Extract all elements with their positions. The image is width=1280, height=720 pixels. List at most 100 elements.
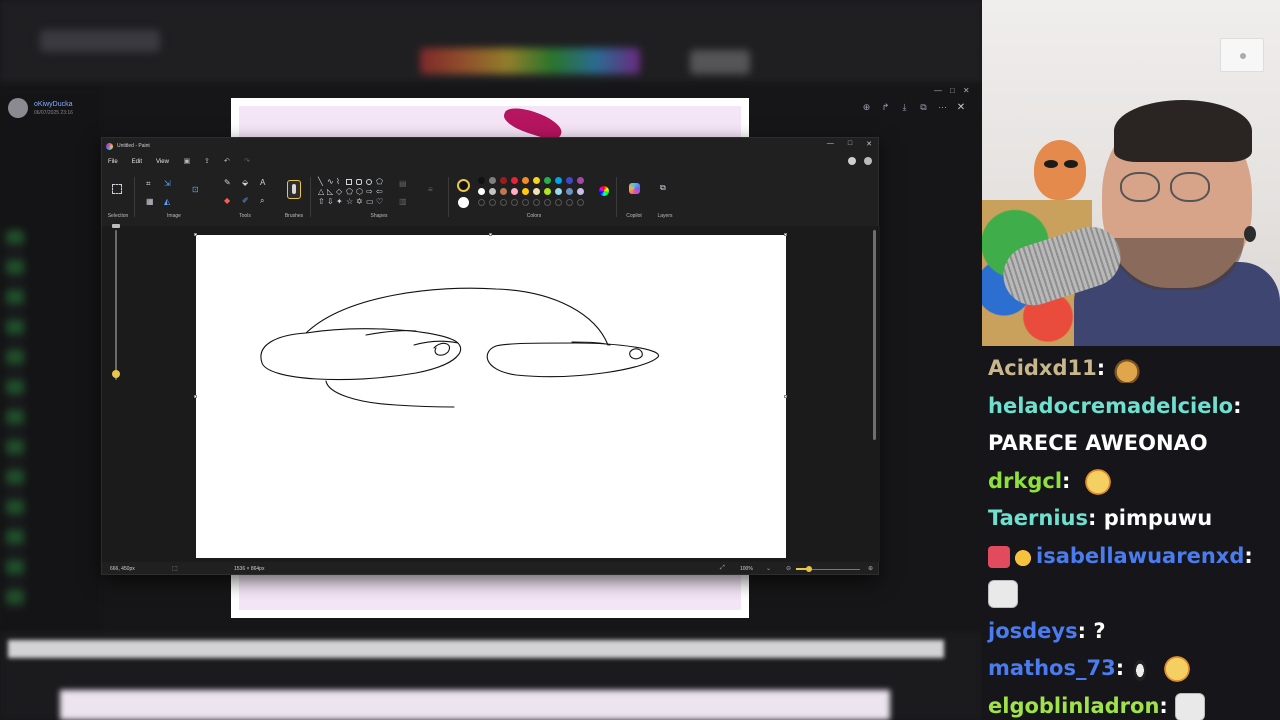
color-picker-icon[interactable]: ✐ — [242, 197, 249, 205]
forward-icon[interactable]: ↱ — [879, 101, 892, 114]
maximize-button[interactable]: □ — [848, 140, 852, 148]
brush-size-slider[interactable] — [115, 230, 117, 380]
custom-color-slot[interactable] — [544, 199, 551, 206]
color-swatch[interactable] — [522, 188, 529, 195]
undo-icon[interactable]: ↶ — [223, 158, 231, 166]
chat-username[interactable]: Taernius — [988, 506, 1088, 530]
curve-shape-icon[interactable]: ∿ — [327, 178, 334, 186]
zoom-in-icon[interactable]: ⊕ — [868, 565, 873, 572]
color-swatch[interactable] — [555, 188, 562, 195]
resize-handle[interactable] — [784, 233, 787, 236]
zoom-in-icon[interactable]: ⊕ — [860, 101, 873, 114]
viewer-username[interactable]: oKiwyDucka — [34, 101, 73, 108]
zoom-slider-thumb[interactable] — [806, 566, 812, 572]
minimize-button[interactable]: — — [827, 140, 834, 148]
remove-background-icon[interactable]: ▦ — [146, 198, 154, 206]
heart-shape-icon[interactable]: ♡ — [376, 198, 383, 206]
text-icon[interactable]: A — [260, 179, 265, 187]
custom-color-slot[interactable] — [577, 199, 584, 206]
rounded-rect-shape-icon[interactable] — [356, 179, 362, 185]
color-swatch[interactable] — [566, 177, 573, 184]
star5-shape-icon[interactable]: ☆ — [346, 198, 353, 206]
color-swatch[interactable] — [478, 177, 485, 184]
share-icon[interactable]: ⇪ — [203, 158, 211, 166]
hexagon-shape-icon[interactable]: ⬡ — [356, 188, 363, 196]
arrow-left-shape-icon[interactable]: ⇦ — [376, 188, 383, 196]
resize-handle[interactable] — [489, 233, 492, 236]
brush-size-slider-thumb[interactable] — [112, 370, 120, 378]
color-swatch[interactable] — [555, 177, 562, 184]
fit-to-window-icon[interactable]: ⤢ — [720, 565, 725, 572]
crop-icon[interactable]: ⌗ — [146, 180, 151, 188]
chat-username[interactable]: mathos_73 — [988, 656, 1116, 680]
close-button[interactable]: ✕ — [866, 140, 872, 148]
color-swatch[interactable] — [500, 188, 507, 195]
zoom-level[interactable]: 100% — [740, 566, 753, 572]
arrow-up-shape-icon[interactable]: ⇧ — [318, 198, 325, 206]
secondary-color[interactable] — [458, 197, 469, 208]
custom-color-slot[interactable] — [478, 199, 485, 206]
close-icon[interactable]: ✕ — [963, 86, 970, 95]
custom-color-slot[interactable] — [500, 199, 507, 206]
copilot-icon[interactable] — [629, 183, 640, 194]
color-swatch[interactable] — [489, 177, 496, 184]
zoom-out-icon[interactable]: ⊖ — [786, 565, 791, 572]
layers-icon[interactable]: ⧉ — [660, 184, 666, 192]
triangle-shape-icon[interactable]: △ — [318, 188, 324, 196]
chat-username[interactable]: josdeys — [988, 619, 1078, 643]
resize-icon[interactable]: ⇲ — [164, 180, 171, 188]
color-swatch[interactable] — [533, 177, 540, 184]
color-swatch[interactable] — [511, 177, 518, 184]
pentagon-shape-icon[interactable]: ⬠ — [346, 188, 353, 196]
minimize-icon[interactable]: — — [934, 86, 942, 95]
rectangle-shape-icon[interactable] — [346, 179, 352, 185]
color-swatch[interactable] — [566, 188, 573, 195]
polygon-shape-icon[interactable]: ⬠ — [376, 178, 383, 186]
ellipse-shape-icon[interactable] — [366, 179, 372, 185]
diamond-shape-icon[interactable]: ◇ — [336, 188, 342, 196]
color-swatch[interactable] — [533, 188, 540, 195]
vertical-scrollbar[interactable] — [873, 230, 876, 440]
chat-username[interactable]: heladocremadelcielo — [988, 394, 1233, 418]
brushes-button[interactable] — [287, 180, 301, 199]
primary-color[interactable] — [457, 179, 470, 192]
chat-username[interactable]: elgoblinladron — [988, 694, 1159, 718]
arrow-right-shape-icon[interactable]: ⇨ — [366, 188, 373, 196]
color-swatch[interactable] — [489, 188, 496, 195]
pencil-icon[interactable]: ✎ — [224, 179, 231, 187]
star4-shape-icon[interactable]: ✦ — [336, 198, 343, 206]
selection-icon[interactable] — [112, 184, 122, 194]
fill-icon[interactable]: ⬙ — [242, 179, 248, 187]
color-swatch[interactable] — [577, 188, 584, 195]
color-swatch[interactable] — [522, 177, 529, 184]
curve2-shape-icon[interactable]: ⌇ — [336, 178, 340, 186]
menu-file[interactable]: File — [108, 159, 118, 165]
maximize-icon[interactable]: □ — [950, 86, 955, 95]
rotate-icon[interactable]: ◭ — [164, 198, 170, 206]
zoom-dropdown-icon[interactable]: ⌄ — [766, 565, 771, 572]
color-swatch[interactable] — [544, 177, 551, 184]
chat-username[interactable]: isabellawuarenxd — [1036, 544, 1244, 568]
save-icon[interactable]: ▣ — [183, 158, 191, 166]
color-swatch[interactable] — [577, 177, 584, 184]
custom-color-slot[interactable] — [511, 199, 518, 206]
edit-colors-icon[interactable] — [599, 186, 609, 196]
line-shape-icon[interactable]: ╲ — [318, 178, 323, 186]
resize-handle[interactable] — [194, 395, 197, 398]
chat-username[interactable]: drkgcl — [988, 469, 1062, 493]
image-select-icon[interactable]: ⊡ — [192, 186, 199, 194]
size-icon[interactable]: ≡ — [428, 186, 433, 194]
color-swatch[interactable] — [544, 188, 551, 195]
chat-username[interactable]: Acidxd11 — [988, 356, 1097, 380]
drawing-canvas[interactable] — [194, 233, 787, 558]
star6-shape-icon[interactable]: ✡ — [356, 198, 363, 206]
right-triangle-shape-icon[interactable]: ◺ — [327, 188, 333, 196]
resize-handle[interactable] — [784, 395, 787, 398]
callout-shape-icon[interactable]: ▭ — [366, 198, 374, 206]
account-icon[interactable] — [848, 157, 856, 165]
redo-icon[interactable]: ↷ — [243, 158, 251, 166]
menu-edit[interactable]: Edit — [132, 159, 142, 165]
arrow-down-shape-icon[interactable]: ⇩ — [327, 198, 334, 206]
resize-handle[interactable] — [194, 233, 197, 236]
outline-icon[interactable]: ▤ — [399, 180, 407, 188]
